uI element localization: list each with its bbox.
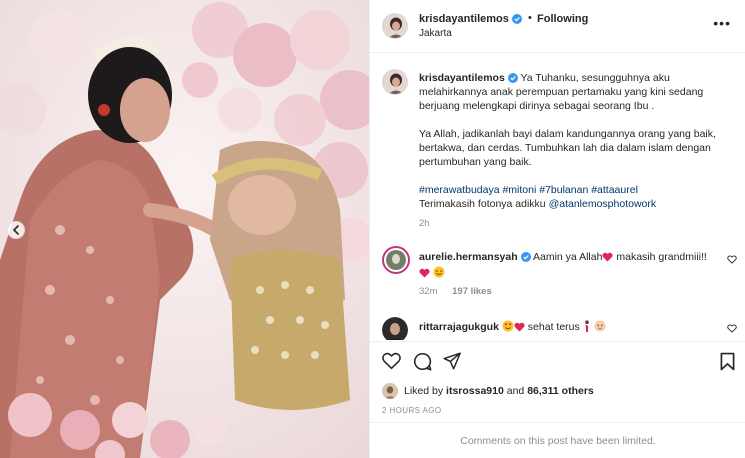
caption-thanks-line: Terimakasih fotonya adikku @atanlemospho… bbox=[419, 197, 734, 211]
caption-paragraph-2: Ya Allah, jadikanlah bayi dalam kandunga… bbox=[419, 128, 716, 168]
comment-text: sehat terus bbox=[527, 321, 580, 333]
comment-item: rittarrajagukguk sehat terus bbox=[419, 320, 709, 334]
pregnant-woman-emoji-icon bbox=[584, 320, 589, 332]
comment-text-end: makasih grandmiii!! bbox=[616, 251, 707, 263]
more-options-icon[interactable]: ••• bbox=[713, 15, 731, 31]
following-button[interactable]: Following bbox=[537, 13, 588, 25]
comment-item: aurelie.hermansyah Aamin ya Allah makasi… bbox=[419, 249, 709, 281]
smiling-face-emoji-icon bbox=[433, 266, 445, 278]
verified-badge-icon bbox=[511, 14, 522, 24]
post-time-ago[interactable]: 2 HOURS AGO bbox=[382, 406, 442, 415]
post-caption: krisdayantilemos Ya Tuhanku, sesungguhny… bbox=[419, 71, 734, 211]
bookmark-icon[interactable] bbox=[720, 352, 735, 374]
red-heart-emoji-icon bbox=[602, 252, 614, 262]
liked-by-others[interactable]: 86,311 others bbox=[527, 385, 594, 397]
comment-likes[interactable]: 197 likes bbox=[452, 286, 492, 297]
post-image bbox=[0, 0, 369, 458]
verified-badge-icon bbox=[520, 252, 531, 262]
comment-username[interactable]: aurelie.hermansyah bbox=[419, 251, 518, 263]
post-side-panel: krisdayantilemos • Following Jakarta •••… bbox=[369, 0, 745, 458]
author-username[interactable]: krisdayantilemos bbox=[419, 13, 509, 25]
chevron-left-icon bbox=[12, 225, 19, 235]
verified-badge-icon bbox=[507, 73, 518, 83]
comment-time[interactable]: 32m bbox=[419, 286, 437, 297]
like-comment-heart-icon[interactable] bbox=[727, 322, 737, 336]
separator-dot: • bbox=[528, 12, 532, 24]
comments-limited-notice: Comments on this post have been limited. bbox=[370, 422, 745, 458]
caption-timestamp[interactable]: 2h bbox=[419, 218, 430, 229]
red-heart-emoji-icon bbox=[419, 268, 430, 278]
post-photo[interactable] bbox=[0, 0, 369, 458]
caption-username[interactable]: krisdayantilemos bbox=[419, 72, 505, 84]
red-heart-emoji-icon bbox=[514, 322, 525, 332]
liker-avatar[interactable] bbox=[382, 383, 398, 399]
comment-username[interactable]: rittarrajagukguk bbox=[419, 321, 499, 333]
comment-icon[interactable] bbox=[413, 352, 432, 374]
author-avatar[interactable] bbox=[382, 13, 408, 39]
baby-emoji-icon bbox=[594, 320, 606, 332]
commenter-avatar[interactable] bbox=[382, 317, 408, 340]
commenter-avatar[interactable] bbox=[382, 246, 410, 274]
share-icon[interactable] bbox=[443, 352, 461, 373]
previous-image-button[interactable] bbox=[7, 221, 25, 239]
caption-thanks-text: Terimakasih fotonya adikku bbox=[419, 198, 546, 210]
like-comment-heart-icon[interactable] bbox=[727, 253, 737, 267]
post-header: krisdayantilemos • Following Jakarta ••• bbox=[370, 0, 745, 53]
post-location[interactable]: Jakarta bbox=[419, 28, 452, 39]
liked-by-and: and bbox=[506, 385, 525, 397]
comment-text-start: Aamin ya Allah bbox=[532, 251, 603, 263]
author-username-row: krisdayantilemos bbox=[419, 13, 522, 25]
likes-summary: Liked by itsrossa910 and 86,311 others bbox=[382, 381, 594, 401]
caption-hashtags[interactable]: #merawatbudaya #mitoni #7bulanan #attaau… bbox=[419, 183, 734, 197]
caption-author-avatar[interactable] bbox=[382, 69, 408, 95]
post-actions-bar bbox=[370, 341, 745, 381]
comments-section: krisdayantilemos Ya Tuhanku, sesungguhny… bbox=[370, 54, 745, 340]
heart-eyes-emoji-icon bbox=[502, 320, 514, 332]
liked-by-prefix: Liked by bbox=[404, 385, 444, 397]
liked-by-user[interactable]: itsrossa910 bbox=[446, 385, 504, 397]
heart-icon[interactable] bbox=[382, 352, 401, 373]
comment-meta: 32m 197 likes bbox=[419, 286, 504, 297]
caption-mention[interactable]: @atanlemosphotowork bbox=[549, 198, 657, 210]
